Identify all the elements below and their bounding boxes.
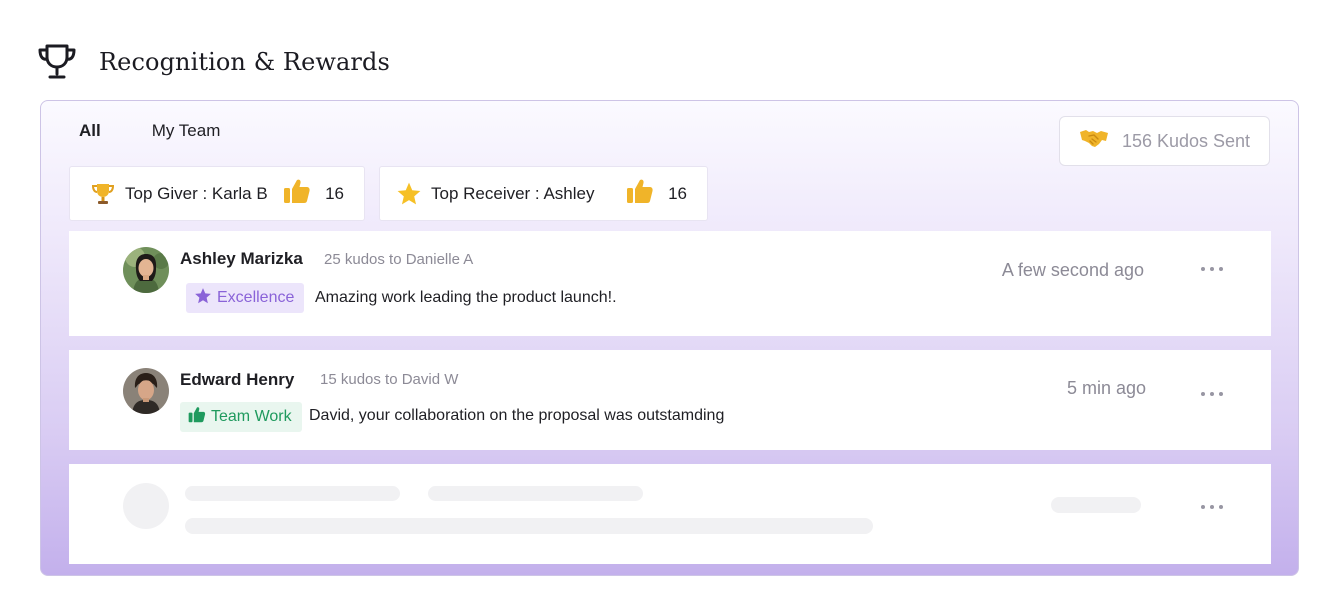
kudos-sent-button[interactable]: 156 Kudos Sent <box>1059 116 1270 166</box>
tab-all[interactable]: All <box>79 121 101 141</box>
kudos-detail: 25 kudos to Danielle A <box>324 251 474 268</box>
avatar[interactable] <box>123 247 169 293</box>
excellence-tag: Excellence <box>186 283 305 313</box>
top-receiver-stat: Top Receiver : Ashley 16 <box>379 166 708 221</box>
more-options-icon[interactable] <box>1201 264 1223 274</box>
sender-name[interactable]: Ashley Marizka <box>180 249 303 269</box>
avatar-placeholder <box>123 483 169 529</box>
handshake-icon <box>1079 128 1109 155</box>
avatar[interactable] <box>123 368 169 414</box>
tag-label: Excellence <box>217 289 295 306</box>
top-receiver-label: Top Receiver : Ashley <box>431 183 595 203</box>
feed-item: Ashley Marizka 25 kudos to Danielle A Ex… <box>69 231 1271 336</box>
top-giver-count: 16 <box>325 183 344 203</box>
thumbs-up-icon <box>626 178 654 209</box>
more-options-icon[interactable] <box>1201 502 1223 512</box>
recognition-panel: All My Team 156 Kudos Sent Top Giver : K… <box>40 100 1299 576</box>
feed-item: Edward Henry 15 kudos to David W Team Wo… <box>69 350 1271 450</box>
text-placeholder <box>1051 497 1141 513</box>
feed-item-skeleton <box>69 464 1271 564</box>
team-work-tag: Team Work <box>180 402 302 432</box>
timestamp: A few second ago <box>1001 260 1144 280</box>
text-placeholder <box>428 486 643 501</box>
top-receiver-count: 16 <box>668 183 687 203</box>
tag-label: Team Work <box>211 408 292 425</box>
kudos-detail: 15 kudos to David W <box>320 371 459 388</box>
feed-tabs: All My Team <box>79 121 220 141</box>
top-giver-label: Top Giver : Karla B <box>125 183 268 203</box>
trophy-icon <box>36 41 78 83</box>
kudos-message: David, your collaboration on the proposa… <box>309 407 725 424</box>
sender-name[interactable]: Edward Henry <box>180 370 294 390</box>
thumbs-up-icon <box>283 178 311 209</box>
timestamp: 5 min ago <box>1066 378 1146 398</box>
kudos-sent-label: 156 Kudos Sent <box>1121 130 1251 151</box>
page-title: Recognition & Rewards <box>99 48 390 76</box>
thumbs-up-icon <box>188 406 206 428</box>
kudos-message: Amazing work leading the product launch!… <box>315 289 617 306</box>
page-header: Recognition & Rewards <box>36 40 390 84</box>
text-placeholder <box>185 486 400 501</box>
star-icon <box>396 181 422 207</box>
tab-my-team[interactable]: My Team <box>152 121 221 141</box>
trophy-icon <box>90 181 116 207</box>
text-placeholder <box>185 518 873 534</box>
star-icon <box>194 287 212 310</box>
top-giver-stat: Top Giver : Karla B 16 <box>69 166 365 221</box>
more-options-icon[interactable] <box>1201 389 1223 399</box>
